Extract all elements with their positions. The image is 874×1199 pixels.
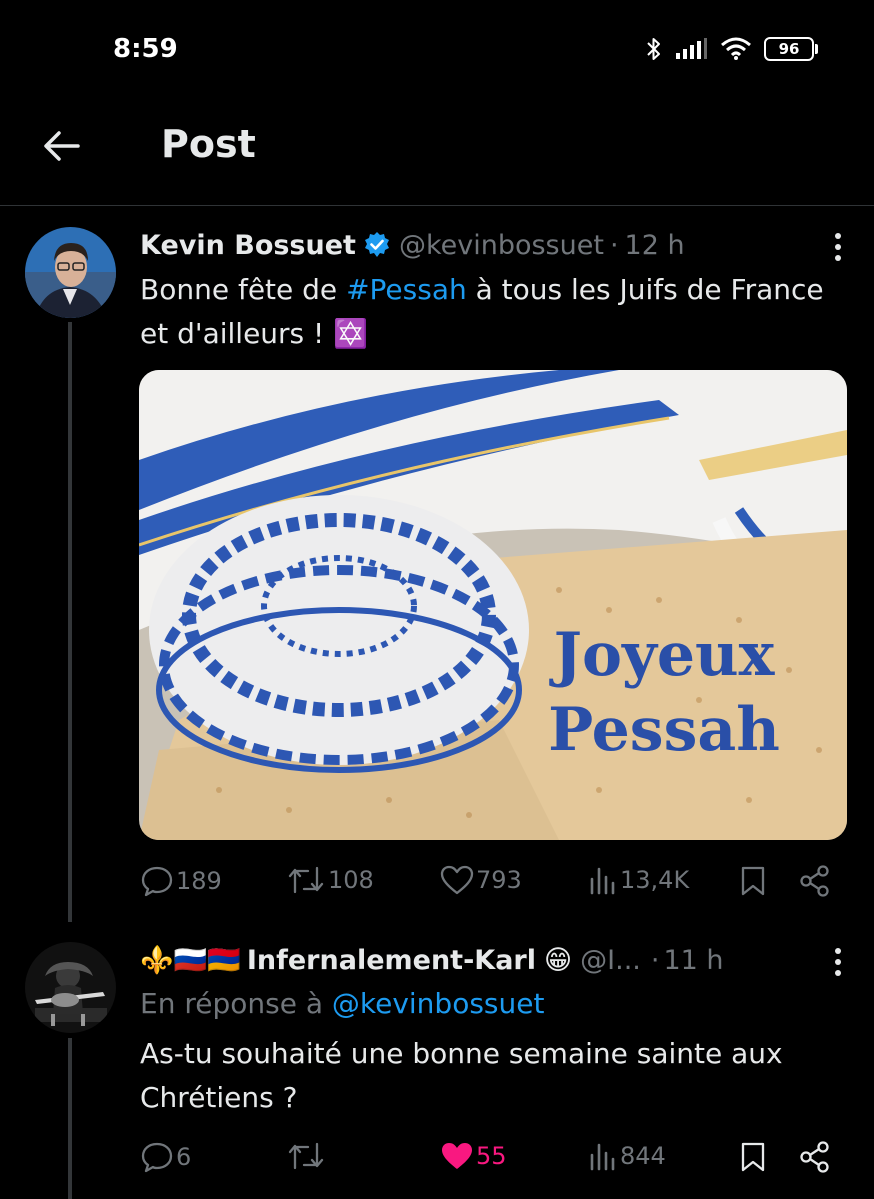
heart-filled-icon <box>442 1143 472 1169</box>
reply-count: 189 <box>176 867 222 895</box>
heart-icon <box>440 865 474 895</box>
image-caption-line1: Joyeux <box>549 620 776 690</box>
share-icon <box>800 865 829 897</box>
bookmark-icon <box>741 1142 765 1172</box>
repost-button[interactable]: 108 <box>286 865 374 895</box>
replying-to: En réponse à @kevinbossuet <box>140 987 545 1020</box>
author-handle[interactable]: @kevinbossuet <box>399 230 604 261</box>
wifi-icon <box>721 37 751 60</box>
bluetooth-icon <box>647 38 660 60</box>
avatar[interactable] <box>25 227 116 318</box>
share-icon <box>800 1141 829 1173</box>
share-button[interactable] <box>800 1141 830 1173</box>
views-button[interactable]: 13,4K <box>588 865 689 895</box>
image-caption-line2: Pessah <box>548 695 780 765</box>
bookmark-button[interactable] <box>740 1141 766 1173</box>
like-button[interactable]: 793 <box>440 865 522 895</box>
bookmark-icon <box>741 866 765 896</box>
reply-button[interactable]: 189 <box>140 865 222 897</box>
replying-to-handle[interactable]: @kevinbossuet <box>332 987 545 1020</box>
thread-line <box>68 322 72 922</box>
page-title: Post <box>161 122 256 166</box>
like-button[interactable]: 55 <box>440 1141 507 1171</box>
battery-level: 96 <box>764 37 814 61</box>
battery-indicator: 96 <box>764 37 818 61</box>
post-content: ⚜️🇷🇺🇦🇲 Infernalement-Karl 😁 @I... · 11 h… <box>140 940 844 1120</box>
post-image[interactable]: Joyeux Pessah <box>139 370 847 840</box>
signal-icon <box>676 38 707 59</box>
author-flags: ⚜️🇷🇺🇦🇲 <box>140 945 241 976</box>
back-arrow-icon[interactable] <box>42 126 82 166</box>
bookmark-button[interactable] <box>740 865 766 897</box>
status-time: 8:59 <box>113 34 178 64</box>
post-actions-bar: 189 108 793 13,4K <box>140 865 840 905</box>
verified-badge-icon <box>364 232 389 257</box>
like-count: 793 <box>476 866 522 894</box>
views-chart-icon <box>590 1143 615 1171</box>
views-count: 844 <box>620 1142 666 1170</box>
main-post[interactable]: Kevin Bossuet @kevinbossuet · 12 h Bonne… <box>0 207 874 922</box>
views-button[interactable]: 844 <box>588 1141 666 1171</box>
author-emoji: 😁 <box>544 944 573 976</box>
post-header: Post <box>0 100 874 206</box>
post-text: Bonne fête de #Pessah à tous les Juifs d… <box>140 273 824 350</box>
reply-button[interactable]: 6 <box>140 1141 191 1173</box>
status-icons: 96 <box>646 36 818 62</box>
post-time[interactable]: 11 h <box>663 945 723 976</box>
post-content: Kevin Bossuet @kevinbossuet · 12 h Bonne… <box>140 225 844 356</box>
reply-icon <box>141 866 173 897</box>
more-options-icon[interactable] <box>832 233 844 261</box>
author-name[interactable]: Infernalement-Karl <box>247 945 536 976</box>
repost-icon <box>288 866 324 894</box>
repost-icon <box>288 1142 324 1170</box>
avatar[interactable] <box>25 942 116 1033</box>
views-chart-icon <box>590 867 615 895</box>
post-text: As-tu souhaité une bonne semaine sainte … <box>140 1037 783 1114</box>
meta-separator: · <box>650 944 660 976</box>
reply-count: 6 <box>176 1143 192 1171</box>
share-button[interactable] <box>800 865 830 897</box>
repost-count: 108 <box>328 866 374 894</box>
post-author-row: ⚜️🇷🇺🇦🇲 Infernalement-Karl 😁 @I... · 11 h <box>140 940 844 980</box>
views-count: 13,4K <box>620 866 690 894</box>
more-options-icon[interactable] <box>832 948 844 976</box>
status-bar: 8:59 96 <box>0 0 874 100</box>
hashtag-link[interactable]: #Pessah <box>346 273 467 306</box>
post-time[interactable]: 12 h <box>625 230 685 261</box>
reply-icon <box>141 1142 173 1173</box>
meta-separator: · <box>609 229 619 261</box>
reply-post[interactable]: ⚜️🇷🇺🇦🇲 Infernalement-Karl 😁 @I... · 11 h… <box>0 922 874 1199</box>
thread-line <box>68 1038 72 1199</box>
star-of-david-emoji: ✡️ <box>333 317 369 350</box>
post-author-row: Kevin Bossuet @kevinbossuet · 12 h <box>140 225 844 265</box>
author-name[interactable]: Kevin Bossuet <box>140 230 356 261</box>
post-actions-bar: 6 55 844 <box>140 1141 840 1181</box>
like-count: 55 <box>476 1142 507 1170</box>
author-handle[interactable]: @I... <box>580 945 641 976</box>
repost-button[interactable] <box>286 1141 328 1171</box>
